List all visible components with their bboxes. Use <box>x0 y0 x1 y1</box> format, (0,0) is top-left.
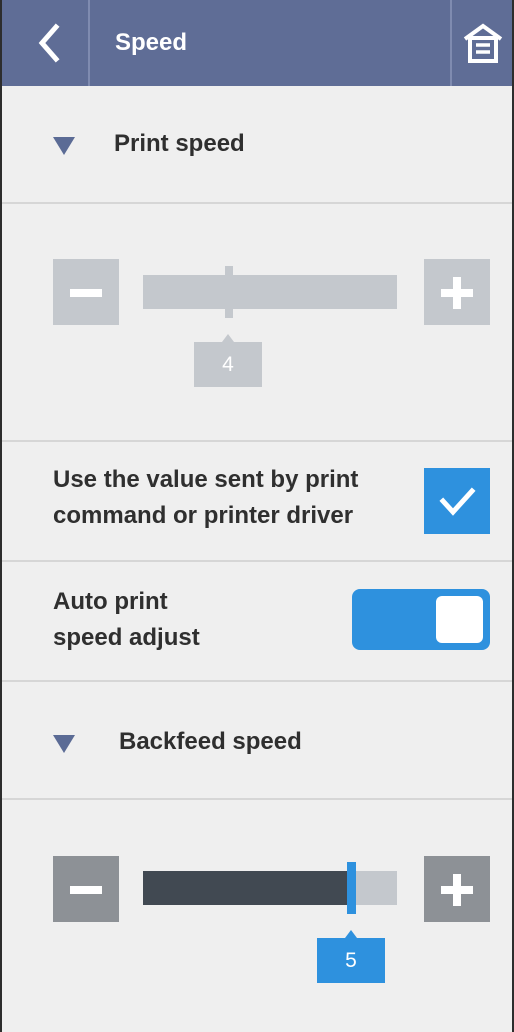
backfeed-speed-section-header[interactable]: Backfeed speed <box>2 682 512 798</box>
title-bar: Speed <box>2 0 512 86</box>
print-speed-section-header[interactable]: Print speed <box>2 86 512 202</box>
print-speed-label: Print speed <box>114 130 245 157</box>
header-divider <box>88 0 90 86</box>
print-speed-value-text: 4 <box>222 353 234 376</box>
backfeed-speed-thumb[interactable] <box>347 862 356 914</box>
use-driver-value-label: Use the value sent by print command or p… <box>53 466 359 529</box>
print-speed-track <box>143 275 397 309</box>
backfeed-speed-value-text: 5 <box>345 949 357 972</box>
home-button[interactable] <box>454 10 512 76</box>
minus-icon <box>70 886 102 894</box>
print-speed-thumb <box>225 266 233 318</box>
use-driver-value-checkbox[interactable] <box>424 468 490 534</box>
print-speed-value: 4 <box>194 334 262 387</box>
backfeed-speed-fill <box>143 871 351 905</box>
minus-icon <box>70 289 102 297</box>
backfeed-speed-label: Backfeed speed <box>119 728 302 755</box>
backfeed-speed-decrease-button[interactable] <box>53 856 119 922</box>
app-frame: Speed Print speed 4 Use the value sent b… <box>0 0 514 1032</box>
triangle-down-icon <box>53 137 75 155</box>
auto-adjust-label: Auto print speed adjust <box>53 588 200 651</box>
print-speed-decrease-button <box>53 259 119 325</box>
divider <box>2 560 512 562</box>
chevron-left-icon <box>38 23 60 63</box>
check-icon <box>439 487 476 516</box>
toggle-knob <box>436 596 483 643</box>
home-icon <box>463 23 503 63</box>
divider <box>2 440 512 442</box>
divider <box>2 202 512 204</box>
header-divider <box>450 0 452 86</box>
backfeed-speed-value: 5 <box>317 930 385 983</box>
back-button[interactable] <box>16 10 82 76</box>
print-speed-increase-button <box>424 259 490 325</box>
backfeed-speed-increase-button[interactable] <box>424 856 490 922</box>
backfeed-speed-track[interactable] <box>143 871 397 905</box>
page-title: Speed <box>115 29 188 56</box>
auto-adjust-toggle[interactable] <box>352 589 490 650</box>
divider <box>2 798 512 800</box>
triangle-down-icon <box>53 735 75 753</box>
